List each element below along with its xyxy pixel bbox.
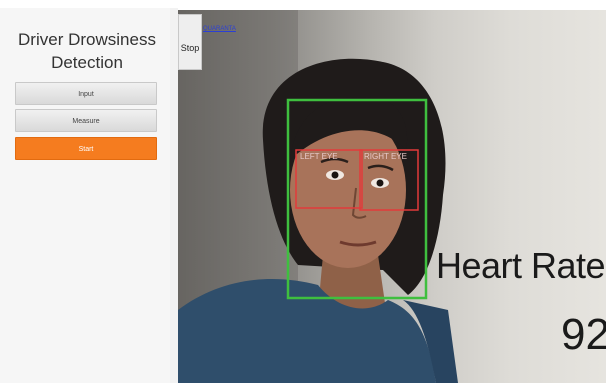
heart-rate-value: 92 — [561, 310, 606, 359]
app-title-line2: Detection — [51, 53, 123, 72]
stop-button[interactable]: Stop — [178, 14, 202, 70]
measure-button[interactable]: Measure — [15, 109, 157, 132]
start-button[interactable]: Start — [15, 137, 157, 160]
top-link[interactable]: QUARANTA — [203, 26, 236, 32]
sidebar: Driver Drowsiness Detection — [0, 8, 171, 383]
heart-rate-label: Heart Rate — [436, 245, 606, 286]
right-eye-label: RIGHT EYE — [364, 152, 407, 161]
camera-feed: LEFT EYE RIGHT EYE — [178, 10, 606, 383]
input-button[interactable]: Input — [15, 82, 157, 105]
camera-frame-graphic — [178, 10, 458, 383]
left-eye-label: LEFT EYE — [300, 152, 338, 161]
app-title-line1: Driver Drowsiness — [18, 30, 156, 49]
panel-divider — [170, 8, 178, 383]
app-title: Driver Drowsiness Detection — [8, 28, 166, 74]
